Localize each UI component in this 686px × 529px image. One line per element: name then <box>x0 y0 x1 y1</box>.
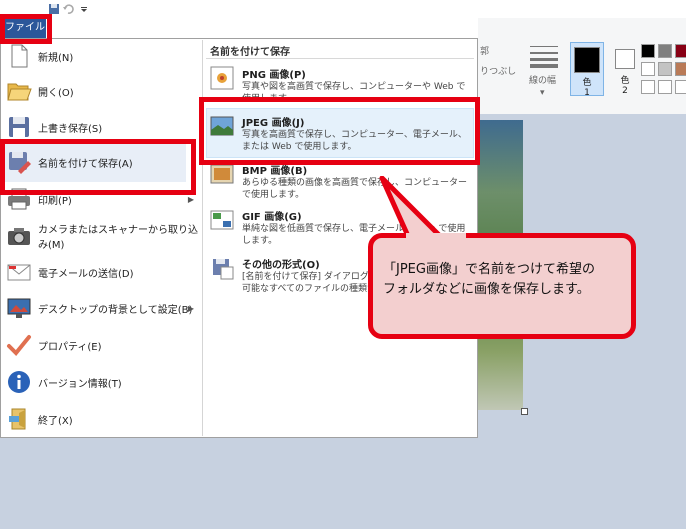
palette-swatch[interactable] <box>658 80 672 94</box>
annotation-callout: 「JPEG画像」で名前をつけて希望の フォルダなどに画像を保存します。 <box>368 233 636 339</box>
exit-icon <box>9 408 26 430</box>
menu-item-print[interactable]: 印刷(P) ▶ <box>0 181 200 217</box>
color1-button[interactable]: 色 1 <box>570 42 604 98</box>
menu-item-label: 名前を付けて保存(A) <box>38 158 133 170</box>
desktop-background-icon <box>7 298 31 318</box>
menu-item-email[interactable]: 電子メールの送信(D) <box>0 254 200 290</box>
color1-number: 1 <box>584 88 590 98</box>
menu-item-scanner[interactable]: カメラまたはスキャナーから取り込み(M) <box>0 218 200 254</box>
print-icon <box>8 188 30 210</box>
menu-item-label: 上書き保存(S) <box>38 123 103 135</box>
line-width-label[interactable]: 線の幅 <box>529 73 556 86</box>
menu-item-label: デスクトップの背景として設定(B) <box>38 304 193 316</box>
title-bar <box>0 0 686 18</box>
file-menu-commands: 新規(N) 開く(O) 上書き保存(S) 名前を付けて保存(A) 印刷(P) ▶… <box>0 38 202 438</box>
properties-checkmark-icon <box>7 335 31 356</box>
undo-icon[interactable] <box>62 3 74 15</box>
new-file-icon <box>11 44 28 68</box>
camera-scanner-icon <box>8 228 30 245</box>
submenu-item-desc: 写真を高画質で保存し、コンピューター、電子メール、または Web で使用します。 <box>242 130 467 152</box>
submenu-item-jpeg[interactable]: JPEG 画像(J) 写真を高画質で保存し、コンピューター、電子メール、または … <box>204 110 476 156</box>
ribbon-fill-label[interactable]: りつぶし <box>480 64 516 77</box>
menu-item-save-as[interactable]: 名前を付けて保存(A) <box>0 144 200 180</box>
callout-line-2: フォルダなどに画像を保存します。 <box>383 282 590 297</box>
menu-item-label: バージョン情報(T) <box>38 378 122 390</box>
menu-item-label: 新規(N) <box>38 52 74 64</box>
customize-quick-access-icon[interactable] <box>78 3 90 15</box>
palette-swatch[interactable] <box>641 62 655 76</box>
palette-swatch[interactable] <box>675 80 686 94</box>
save-as-icon <box>9 152 31 174</box>
file-tab-button[interactable]: ファイル <box>4 17 46 39</box>
save-quick-icon[interactable] <box>48 3 60 15</box>
color1-swatch <box>574 47 600 73</box>
menu-separator <box>202 40 203 436</box>
canvas-resize-handle[interactable] <box>521 408 528 415</box>
palette-swatch[interactable] <box>641 44 655 58</box>
info-icon <box>8 371 30 393</box>
submenu-item-title: その他の形式(O) <box>242 260 320 271</box>
submenu-title: 名前を付けて保存 <box>210 47 290 58</box>
submenu-item-title: GIF 画像(G) <box>242 212 302 223</box>
color2-label: 色 <box>620 76 630 86</box>
jpeg-image-icon <box>210 116 234 136</box>
ribbon: 郭 りつぶし 線の幅 ▾ 色 1 色 2 <box>478 18 686 115</box>
palette-swatch[interactable] <box>658 44 672 58</box>
menu-item-label: 開く(O) <box>38 87 74 99</box>
line-width-icon[interactable] <box>530 44 558 68</box>
menu-item-properties[interactable]: プロパティ(E) <box>0 327 200 363</box>
open-folder-icon <box>7 83 32 101</box>
submenu-item-title: PNG 画像(P) <box>242 70 306 81</box>
line-width-dropdown-icon[interactable]: ▾ <box>540 88 545 98</box>
menu-item-desktop-background[interactable]: デスクトップの背景として設定(B) ▶ <box>0 290 200 326</box>
submenu-item-png[interactable]: PNG 画像(P) 写真や図を高画質で保存し、コンピューターや Web で使用し… <box>204 62 476 108</box>
palette-swatch[interactable] <box>641 80 655 94</box>
png-image-icon <box>210 66 234 90</box>
palette-swatch[interactable] <box>675 44 686 58</box>
bmp-image-icon <box>210 164 234 184</box>
palette-swatch[interactable] <box>658 62 672 76</box>
ribbon-outline-label[interactable]: 郭 <box>480 44 489 57</box>
menu-item-save[interactable]: 上書き保存(S) <box>0 109 200 145</box>
palette-swatch[interactable] <box>675 62 686 76</box>
submenu-item-title: BMP 画像(B) <box>242 166 308 177</box>
callout-pointer-join <box>406 233 466 243</box>
email-icon <box>7 264 31 281</box>
menu-item-open[interactable]: 開く(O) <box>0 73 200 109</box>
menu-item-label: プロパティ(E) <box>38 341 102 353</box>
menu-item-new[interactable]: 新規(N) <box>0 38 200 74</box>
other-formats-icon <box>213 259 234 280</box>
submenu-arrow-icon: ▶ <box>187 303 194 313</box>
menu-item-label: 電子メールの送信(D) <box>38 268 134 280</box>
menu-item-label: カメラまたはスキャナーから取り込み(M) <box>38 225 198 251</box>
tab-strip <box>0 18 478 38</box>
submenu-arrow-icon: ▶ <box>187 194 194 204</box>
color1-label: 色 <box>582 78 592 88</box>
submenu-item-desc: 写真や図を高画質で保存し、コンピューターや Web で使用します。 <box>242 82 466 104</box>
submenu-item-title: JPEG 画像(J) <box>242 118 305 129</box>
submenu-title-divider <box>206 58 474 59</box>
color2-number: 2 <box>622 86 628 96</box>
menu-item-exit[interactable]: 終了(X) <box>0 401 200 437</box>
save-icon <box>9 117 29 137</box>
color2-button[interactable]: 色 2 <box>608 42 642 96</box>
color2-swatch <box>615 49 635 69</box>
menu-item-label: 終了(X) <box>38 415 73 427</box>
menu-item-label: 印刷(P) <box>38 195 72 207</box>
gif-image-icon <box>210 210 234 230</box>
callout-line-1: 「JPEG画像」で名前をつけて希望の <box>383 262 595 277</box>
menu-item-about[interactable]: バージョン情報(T) <box>0 364 200 400</box>
